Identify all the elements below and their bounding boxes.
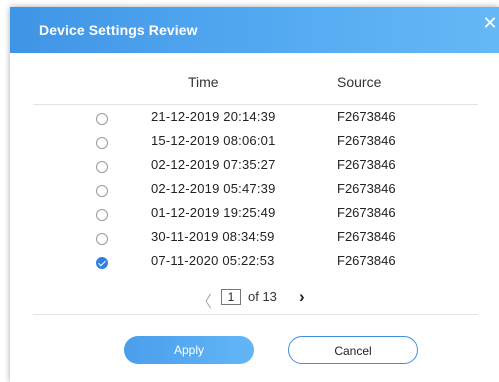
radio-unselected[interactable] xyxy=(96,185,108,197)
cell-source: F2673846 xyxy=(337,109,396,124)
radio-selected[interactable] xyxy=(96,257,108,269)
cell-source: F2673846 xyxy=(337,229,396,244)
dialog-title: Device Settings Review xyxy=(39,22,198,38)
radio-unselected[interactable] xyxy=(96,113,108,125)
column-header-source: Source xyxy=(337,74,382,90)
radio-unselected[interactable] xyxy=(96,209,108,221)
table-row[interactable]: 15-12-2019 08:06:01 F2673846 xyxy=(10,133,499,157)
header-divider xyxy=(33,104,478,105)
cell-time: 30-11-2019 08:34:59 xyxy=(151,229,275,244)
cell-time: 02-12-2019 07:35:27 xyxy=(151,157,276,172)
cell-source: F2673846 xyxy=(337,181,396,196)
table-row[interactable]: 21-12-2019 20:14:39 F2673846 xyxy=(10,109,499,133)
chevron-right-icon[interactable]: › xyxy=(299,287,305,307)
page-number-input[interactable] xyxy=(221,289,241,305)
chevron-left-icon[interactable]: 〈 xyxy=(196,288,212,312)
pagination: 〈 of 13 › xyxy=(10,287,499,311)
table-row[interactable]: 01-12-2019 19:25:49 F2673846 xyxy=(10,205,499,229)
cell-time: 02-12-2019 05:47:39 xyxy=(151,181,276,196)
radio-unselected[interactable] xyxy=(96,137,108,149)
radio-unselected[interactable] xyxy=(96,161,108,173)
cell-time: 01-12-2019 19:25:49 xyxy=(151,205,276,220)
cell-time: 07-11-2020 05:22:53 xyxy=(151,253,275,268)
table-row[interactable]: 02-12-2019 05:47:39 F2673846 xyxy=(10,181,499,205)
table-row[interactable]: 02-12-2019 07:35:27 F2673846 xyxy=(10,157,499,181)
footer-divider xyxy=(33,314,478,315)
apply-button[interactable]: Apply xyxy=(124,336,254,364)
cell-source: F2673846 xyxy=(337,157,396,172)
cell-time: 15-12-2019 08:06:01 xyxy=(151,133,276,148)
cancel-button[interactable]: Cancel xyxy=(288,336,418,364)
radio-unselected[interactable] xyxy=(96,233,108,245)
page-count-label: of 13 xyxy=(248,289,277,304)
cell-time: 21-12-2019 20:14:39 xyxy=(151,109,276,124)
dialog-header: Device Settings Review ✕ xyxy=(10,7,499,53)
device-settings-review-dialog: Device Settings Review ✕ Time Source 21-… xyxy=(10,7,499,382)
table-row[interactable]: 30-11-2019 08:34:59 F2673846 xyxy=(10,229,499,253)
cell-source: F2673846 xyxy=(337,253,396,268)
table-row[interactable]: 07-11-2020 05:22:53 F2673846 xyxy=(10,253,499,277)
cell-source: F2673846 xyxy=(337,133,396,148)
close-icon[interactable]: ✕ xyxy=(481,14,499,34)
column-header-time: Time xyxy=(188,74,219,90)
cell-source: F2673846 xyxy=(337,205,396,220)
